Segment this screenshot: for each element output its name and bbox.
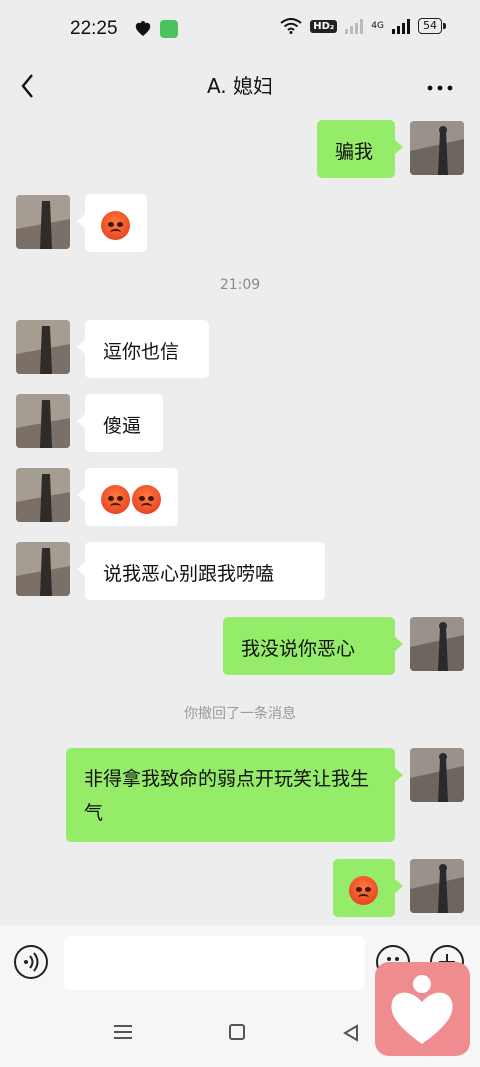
my-avatar[interactable]: [410, 748, 464, 802]
angry-face-emoji: [132, 485, 161, 514]
my-avatar[interactable]: [410, 121, 464, 175]
triangle-back-icon: [343, 1024, 358, 1042]
contact-avatar[interactable]: [16, 394, 70, 448]
chat-header: A. 媳妇: [0, 60, 480, 110]
message-bubble-outgoing[interactable]: 我没说你恶心: [223, 617, 403, 675]
status-time: 22:25: [70, 18, 118, 39]
signal-icon-sim2: [392, 18, 410, 34]
my-avatar[interactable]: [410, 617, 464, 671]
signal-icon-sim1: [345, 18, 364, 34]
angry-face-emoji: [101, 211, 130, 240]
app-notification-icon: [160, 20, 178, 38]
message-bubble-outgoing[interactable]: 非得拿我致命的弱点开玩笑让我生气: [66, 748, 403, 842]
angry-face-emoji: [101, 485, 130, 514]
angry-face-emoji: [349, 876, 378, 905]
status-bar: 22:25 HD₂ 4G 54: [0, 0, 480, 60]
message-bubble-incoming[interactable]: [77, 468, 178, 526]
voice-icon: [24, 952, 39, 972]
message-timestamp: 21:09: [219, 277, 261, 293]
status-icons: HD₂ 4G 54: [280, 18, 446, 34]
battery-icon: 54: [418, 18, 446, 34]
message-bubble-incoming[interactable]: 傻逼: [77, 394, 163, 452]
menu-icon: [114, 1025, 132, 1039]
message-text: 骗我: [335, 141, 374, 163]
my-avatar[interactable]: [410, 859, 464, 913]
hd-badge: HD₂: [310, 19, 338, 33]
ellipsis-icon: [427, 85, 453, 91]
message-bubble-incoming[interactable]: 说我恶心别跟我唠嗑: [77, 542, 325, 600]
contact-avatar[interactable]: [16, 195, 70, 249]
heart-notification-icon: [134, 20, 152, 42]
message-text: 逗你也信: [103, 341, 180, 363]
recent-apps-nav-button[interactable]: [112, 1023, 134, 1041]
message-text: 说我恶心别跟我唠嗑: [103, 563, 275, 585]
home-nav-button[interactable]: [229, 1024, 245, 1040]
message-text: 我没说你恶心: [241, 638, 356, 660]
message-bubble-outgoing[interactable]: 骗我: [317, 120, 403, 178]
chat-title: A. 媳妇: [206, 74, 274, 98]
voice-input-button[interactable]: [14, 945, 48, 979]
contact-avatar[interactable]: [16, 468, 70, 522]
back-nav-button[interactable]: [342, 1024, 360, 1042]
message-text: 傻逼: [103, 415, 142, 437]
network-type: 4G: [371, 20, 384, 31]
contact-avatar[interactable]: [16, 320, 70, 374]
contact-avatar[interactable]: [16, 542, 70, 596]
more-options-button[interactable]: [422, 68, 458, 98]
message-input[interactable]: [64, 936, 365, 990]
floating-heart-widget[interactable]: [375, 962, 470, 1056]
message-bubble-incoming[interactable]: 逗你也信: [77, 320, 209, 378]
message-bubble-outgoing[interactable]: [333, 859, 403, 917]
heart-person-icon: [391, 975, 453, 1044]
recall-notice: 你撤回了一条消息: [184, 706, 296, 722]
message-bubble-incoming[interactable]: [77, 194, 147, 252]
message-text: 非得拿我致命的弱点开玩笑让我生气: [84, 768, 370, 824]
wifi-icon: [280, 18, 302, 34]
